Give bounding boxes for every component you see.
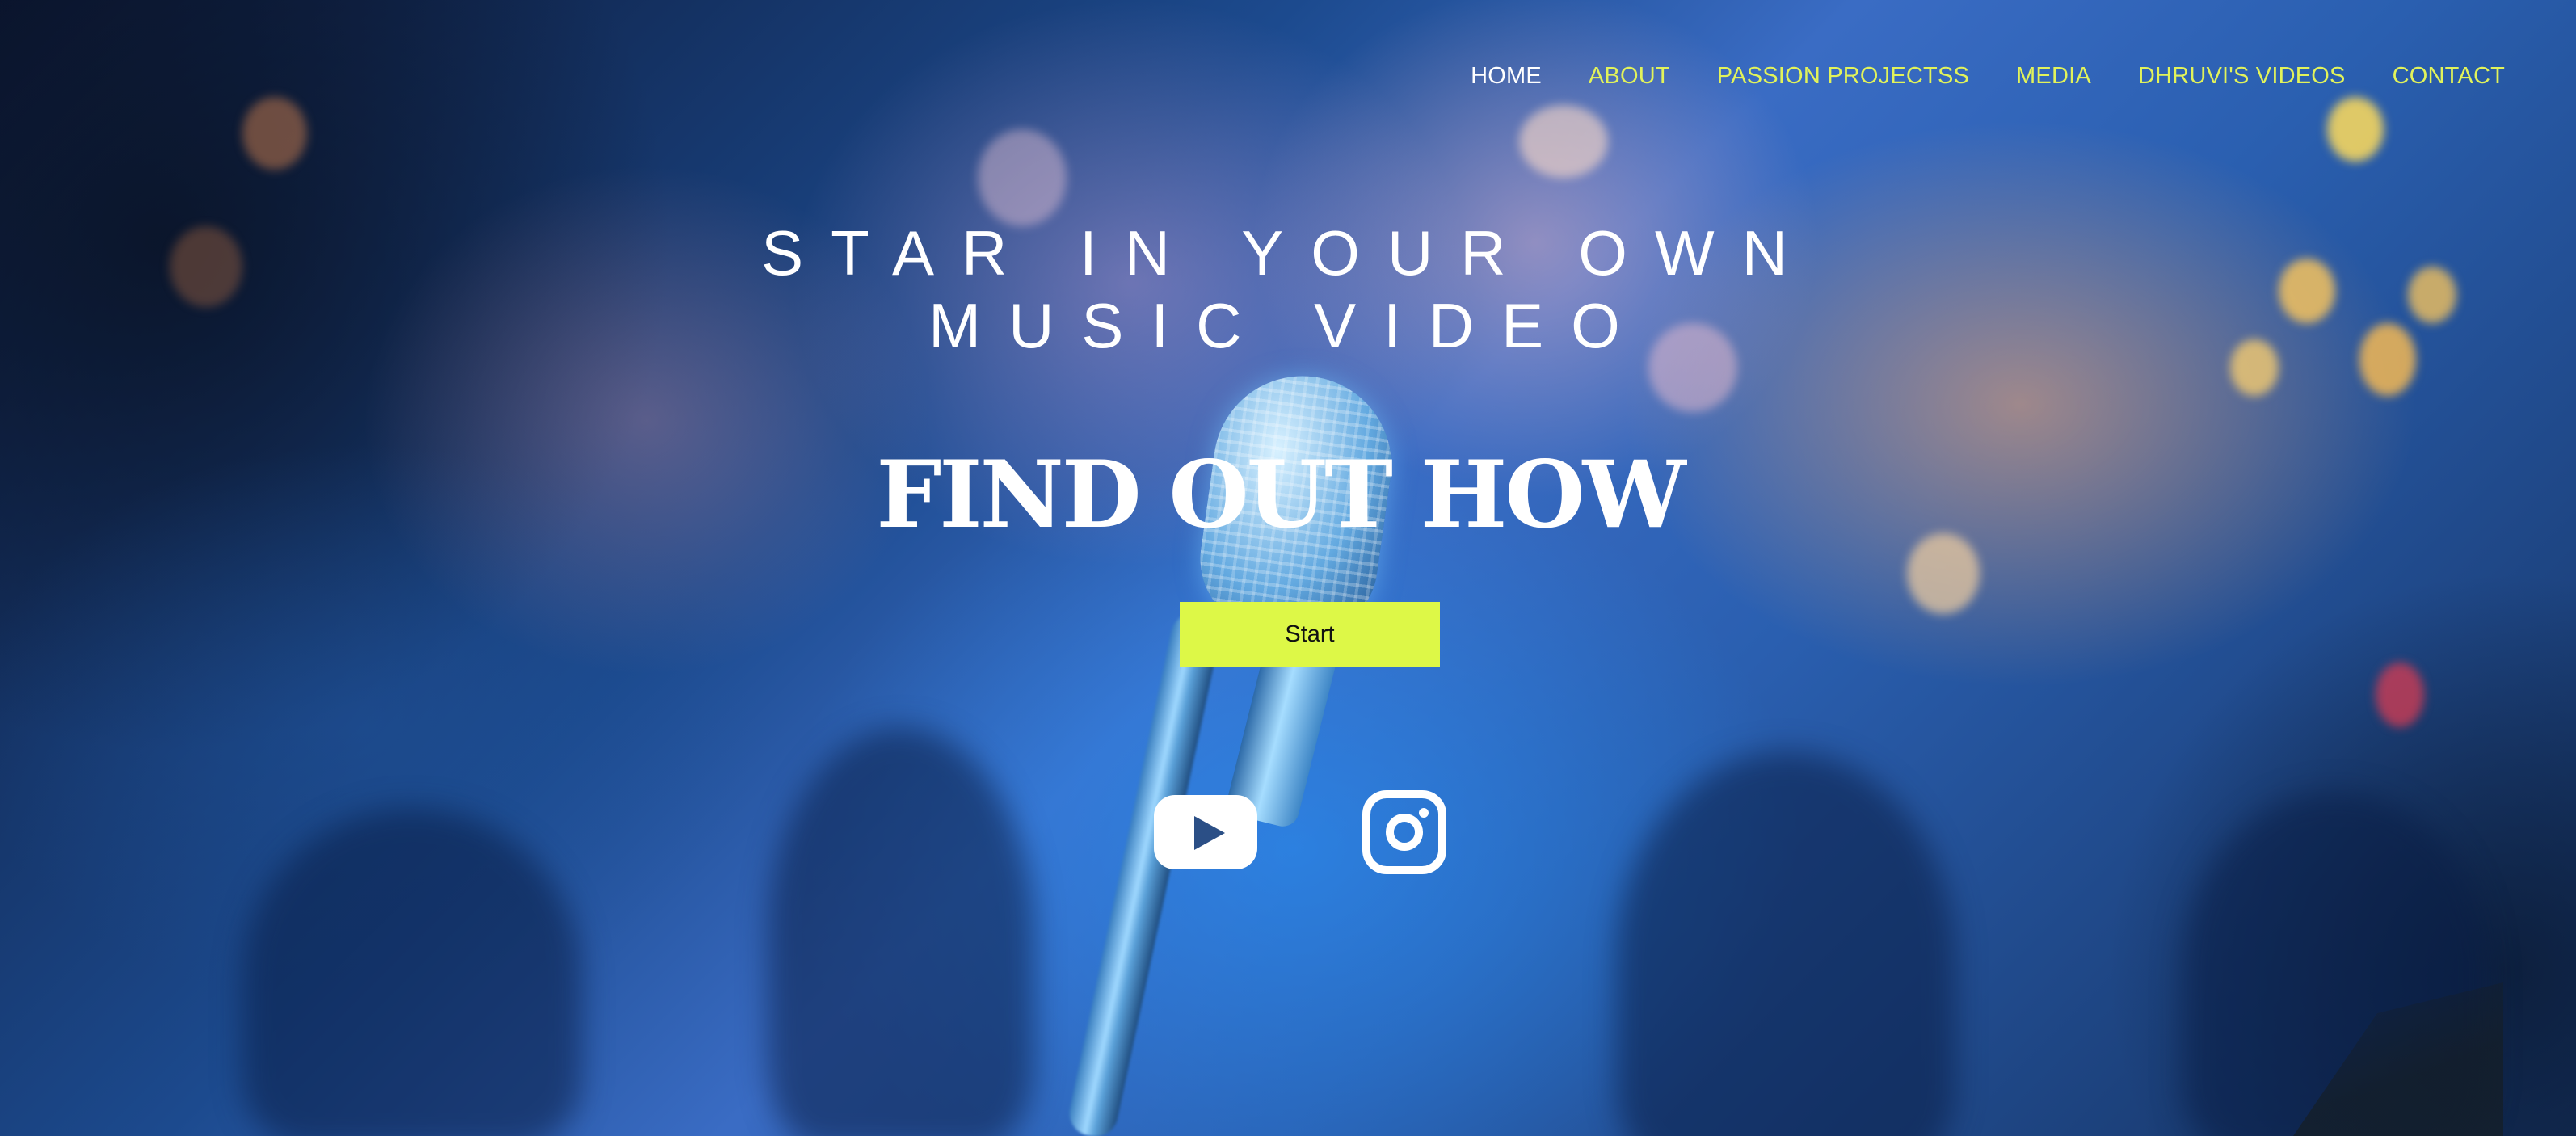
youtube-icon[interactable] (1154, 795, 1257, 869)
hero-subhead-text: FIND OUT HOW (876, 440, 1686, 549)
hero-headline: STAR IN YOUR OWN MUSIC VIDEO (0, 217, 2576, 362)
instagram-icon[interactable] (1362, 790, 1446, 874)
site-nav: HOME ABOUT PASSION PROJECTSS MEDIA DHRUV… (1471, 63, 2505, 90)
hero-subhead: FIND OUT HOW (0, 440, 2576, 549)
nav-home[interactable]: HOME (1471, 63, 1542, 90)
start-button[interactable]: Start (1180, 602, 1440, 667)
hero-headline-line1: STAR IN YOUR OWN (761, 217, 1815, 288)
nav-dhruvis-videos[interactable]: DHRUVI'S VIDEOS (2138, 63, 2346, 90)
social-links (1154, 790, 1446, 874)
page: HOME ABOUT PASSION PROJECTSS MEDIA DHRUV… (0, 0, 2576, 1136)
nav-passion-projects[interactable]: PASSION PROJECTSS (1717, 63, 1969, 90)
hero-headline-line2: MUSIC VIDEO (928, 290, 1648, 361)
nav-about[interactable]: ABOUT (1589, 63, 1670, 90)
nav-contact[interactable]: CONTACT (2393, 63, 2505, 90)
nav-media[interactable]: MEDIA (2016, 63, 2091, 90)
